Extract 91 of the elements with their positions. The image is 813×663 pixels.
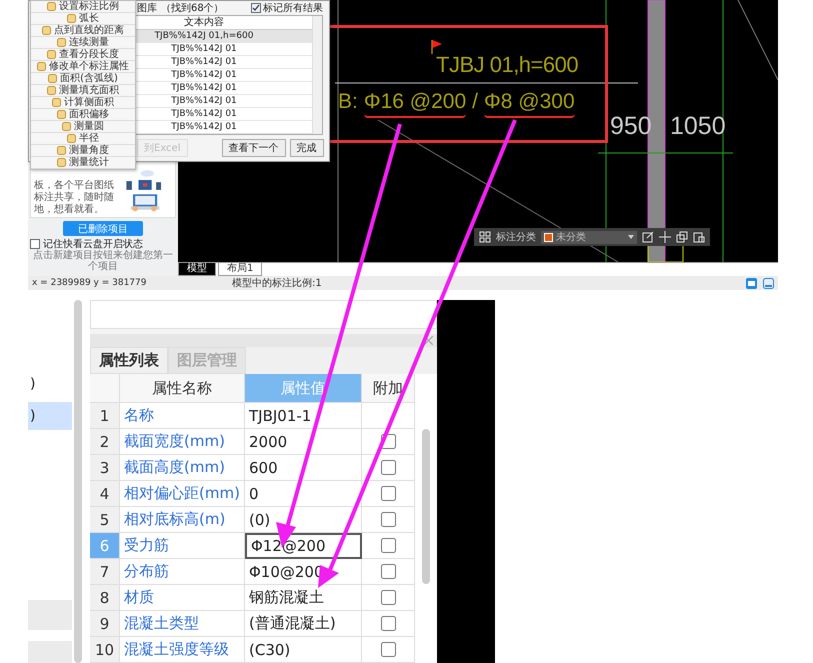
tool-icon xyxy=(67,14,76,23)
edit-icon[interactable] xyxy=(642,231,654,243)
window-icon[interactable] xyxy=(746,278,757,288)
coordinates-text: x = 2389989 y = 381779 xyxy=(31,278,148,288)
row-number[interactable]: 10 xyxy=(90,637,120,663)
menu-item[interactable]: 测量统计 xyxy=(31,157,135,169)
category-dropdown[interactable]: 未分类 xyxy=(541,230,637,244)
property-name: 名称 xyxy=(120,403,245,429)
dialog-title: 图库 xyxy=(137,2,157,15)
property-name: 受力筋 xyxy=(120,533,245,559)
mark-all-checkbox[interactable] xyxy=(251,3,261,13)
attach-checkbox[interactable] xyxy=(380,590,396,605)
menu-item[interactable]: 半径 xyxy=(31,133,135,145)
menu-item[interactable]: 面积(含弧线) xyxy=(31,73,135,85)
attach-checkbox[interactable] xyxy=(380,460,396,475)
property-name: 截面宽度(mm) xyxy=(120,429,245,455)
menu-item[interactable]: 查看分段长度 xyxy=(31,49,135,61)
property-name: 混凝土类型 xyxy=(120,611,245,637)
property-name: 分布筋 xyxy=(120,559,245,585)
menu-item[interactable]: 连续测量 xyxy=(31,37,135,49)
property-name: 截面高度(mm) xyxy=(120,455,245,481)
menu-item[interactable]: 测量角度 xyxy=(31,145,135,157)
rebar-prefix: B: xyxy=(338,90,358,115)
grid-icon[interactable] xyxy=(479,231,491,243)
copy-icon[interactable] xyxy=(676,231,688,243)
property-value[interactable]: (普通混凝土) xyxy=(245,611,362,637)
dialog-button[interactable]: 查看下一个 xyxy=(222,139,286,157)
scrollbar[interactable] xyxy=(422,429,430,584)
underlined-rebar-spec: Φ8 @300 xyxy=(484,90,575,118)
row-number[interactable]: 7 xyxy=(90,559,120,585)
row-number[interactable]: 4 xyxy=(90,481,120,507)
property-name: 相对偏心距(mm) xyxy=(120,481,245,507)
row-number[interactable]: 1 xyxy=(90,403,120,429)
attach-checkbox[interactable] xyxy=(380,434,396,449)
result-count: （找到68个） xyxy=(161,2,224,15)
row-number[interactable]: 2 xyxy=(90,429,120,455)
caret-icon xyxy=(628,235,634,239)
attach-checkbox[interactable] xyxy=(380,486,396,501)
scale-text: 模型中的标注比例:1 xyxy=(232,276,322,290)
property-name: 混凝土强度等级 xyxy=(120,637,245,663)
rebar-spec: / xyxy=(472,90,478,115)
promo-text: 板，各个平台图纸标注共享，随时随地，想看就看。 xyxy=(33,180,115,217)
beam-label: TJBJ 01,h=600 xyxy=(436,52,578,78)
row-number[interactable]: 5 xyxy=(90,507,120,533)
property-value[interactable]: 钢筋混凝土 xyxy=(245,585,362,611)
scrollbar[interactable] xyxy=(312,16,322,134)
menu-item[interactable]: 测量圆 xyxy=(31,121,135,133)
column-header[interactable]: 属性名称 xyxy=(120,374,245,403)
underlined-rebar-spec: Φ16 @200 xyxy=(364,90,466,118)
menu-item[interactable]: 测量填充面积 xyxy=(31,85,135,97)
hint-text: 点击新建项目按钮来创建您第一个项目 xyxy=(32,250,174,272)
column-header[interactable]: 附加 xyxy=(362,374,415,403)
row-number[interactable]: 3 xyxy=(90,455,120,481)
flag-icon xyxy=(431,40,443,54)
mark-all-label: 标记所有结果 xyxy=(263,2,323,15)
property-value[interactable]: 600 xyxy=(245,455,362,481)
tool-icon xyxy=(47,2,56,11)
row-number[interactable]: 8 xyxy=(90,585,120,611)
layout-tab[interactable]: 布局1 xyxy=(218,263,262,276)
property-value[interactable]: TJBJ01-1 xyxy=(245,403,362,429)
panel-tab[interactable]: 属性列表 xyxy=(90,347,168,374)
attach-checkbox[interactable] xyxy=(380,642,396,657)
list-item[interactable]: ) xyxy=(28,402,72,430)
menu-item[interactable]: 设置标注比例 xyxy=(31,1,135,13)
attach-checkbox[interactable] xyxy=(380,616,396,631)
scrollbar[interactable] xyxy=(74,300,82,663)
property-name: 相对底标高(m) xyxy=(120,507,245,533)
remember-label: 记住快看云盘开启状态 xyxy=(43,238,143,250)
menu-item[interactable]: 面积偏移 xyxy=(31,109,135,121)
dialog-button[interactable]: 完成 xyxy=(290,139,324,157)
menu-item[interactable]: 点到直线的距离 xyxy=(31,25,135,37)
attach-checkbox[interactable] xyxy=(380,512,396,527)
layout-tab[interactable]: 模型 xyxy=(178,263,216,276)
menu-item[interactable]: 计算侧面积 xyxy=(31,97,135,109)
menu-item[interactable]: 修改单个标注属性 xyxy=(31,61,135,73)
attach-checkbox[interactable] xyxy=(380,538,396,553)
property-value[interactable]: (C30) xyxy=(245,637,362,663)
row-number[interactable]: 9 xyxy=(90,611,120,637)
move-icon[interactable] xyxy=(659,231,671,243)
toolbar-label: 标注分类 xyxy=(496,230,536,244)
paste-icon[interactable] xyxy=(693,231,705,243)
corner-cell xyxy=(90,374,120,403)
property-name: 材质 xyxy=(120,585,245,611)
property-value[interactable]: 0 xyxy=(245,481,362,507)
list-item[interactable]: ) xyxy=(28,370,72,398)
property-value[interactable]: Φ12@200 xyxy=(245,533,362,559)
window-icon[interactable] xyxy=(763,278,774,288)
attach-checkbox[interactable] xyxy=(380,564,396,579)
menu-item[interactable]: 弧长 xyxy=(31,13,135,25)
property-value[interactable]: 2000 xyxy=(245,429,362,455)
remember-checkbox[interactable] xyxy=(30,238,40,248)
